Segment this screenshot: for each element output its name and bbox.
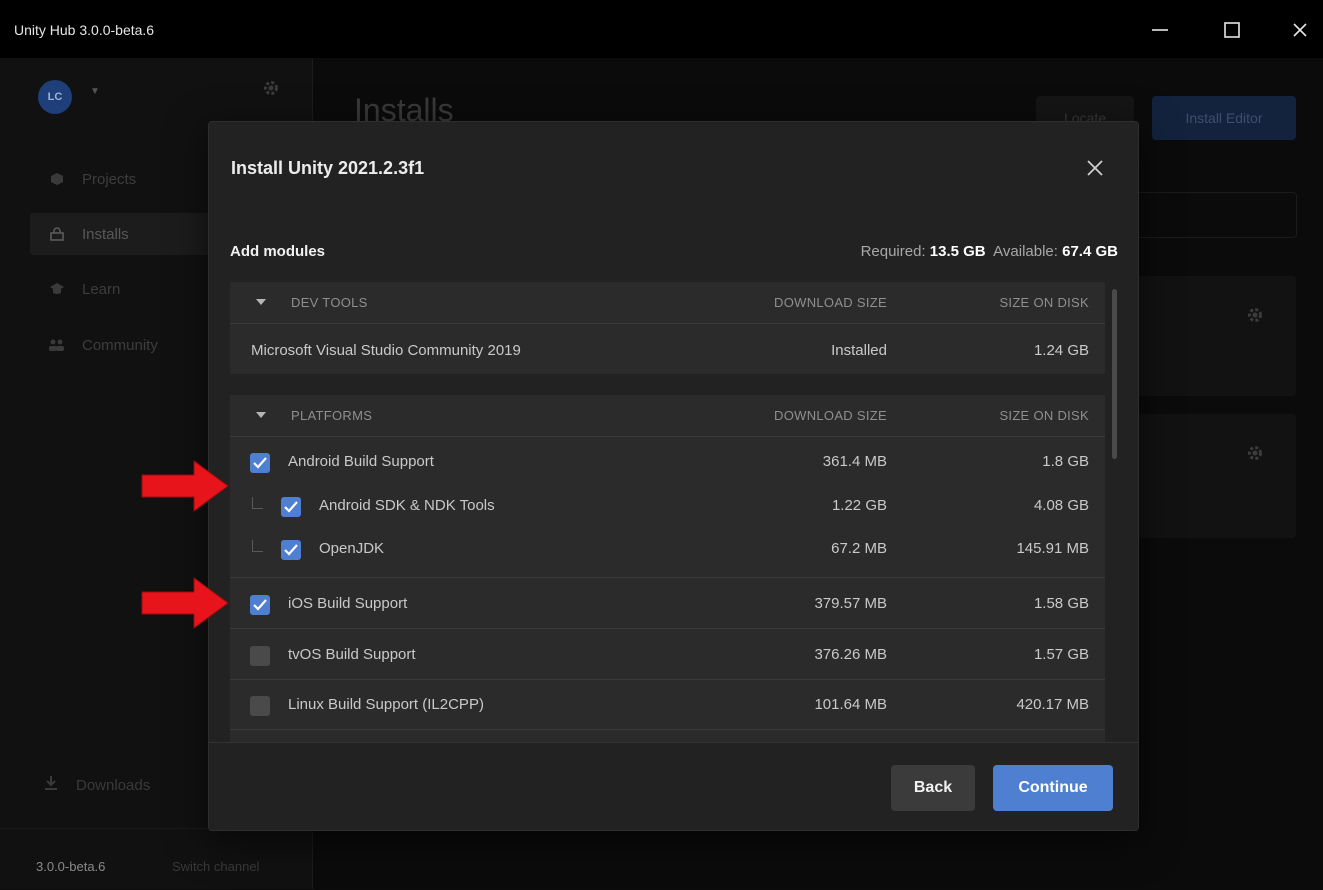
title-bar: Unity Hub 3.0.0-beta.6 (0, 0, 1323, 58)
install-modal: Install Unity 2021.2.3f1 Add modules Req… (208, 121, 1139, 831)
minimize-icon (1152, 29, 1168, 31)
disk-size: 1.57 GB (1033, 646, 1089, 663)
cube-icon (48, 170, 66, 188)
gear-icon (264, 81, 278, 95)
tvos-build-support-checkbox[interactable] (250, 646, 270, 666)
download-size: 361.4 MB (822, 453, 887, 470)
checkmark-icon (284, 501, 298, 513)
sidebar-item-label: Community (82, 336, 158, 354)
version-label: 3.0.0-beta.6 (36, 859, 106, 874)
android-sdk-ndk-checkbox[interactable] (281, 497, 301, 517)
openjdk-checkbox[interactable] (281, 540, 301, 560)
sidebar-item-label: Learn (82, 280, 121, 298)
download-size: 67.2 MB (831, 540, 887, 557)
module-name: tvOS Build Support (288, 646, 416, 663)
maximize-icon (1224, 22, 1240, 38)
modal-footer: Back Continue (209, 742, 1138, 830)
module-name: Microsoft Visual Studio Community 2019 (251, 342, 521, 359)
column-header-disk: SIZE ON DISK (999, 295, 1089, 310)
sidebar-item-label: Installs (82, 225, 129, 243)
download-size: 1.22 GB (831, 497, 887, 514)
disk-size: 1.24 GB (1033, 342, 1089, 359)
gear-icon[interactable] (1246, 306, 1264, 329)
download-size: 379.57 MB (814, 595, 887, 612)
row-divider (230, 729, 1105, 730)
space-summary: Required: 13.5 GB Available: 67.4 GB (861, 243, 1118, 260)
download-size: 101.64 MB (814, 696, 887, 713)
disk-size: 1.8 GB (1042, 453, 1089, 470)
switch-channel-link[interactable]: Switch channel (172, 859, 259, 874)
module-name: Android Build Support (288, 453, 434, 470)
modal-close-button[interactable] (1081, 154, 1109, 182)
scrollbar[interactable] (1112, 289, 1117, 459)
module-name: OpenJDK (319, 540, 385, 557)
install-card[interactable] (1138, 276, 1296, 396)
close-icon (1087, 160, 1103, 176)
android-build-support-checkbox[interactable] (250, 453, 270, 473)
section-title: PLATFORMS (291, 408, 373, 423)
download-icon (44, 775, 58, 795)
section-header[interactable]: DEV TOOLS DOWNLOAD SIZE SIZE ON DISK (230, 282, 1105, 324)
install-editor-button[interactable]: Install Editor (1152, 96, 1296, 140)
caret-down-icon (256, 299, 266, 305)
disk-size: 1.58 GB (1033, 595, 1089, 612)
modal-title: Install Unity 2021.2.3f1 (231, 158, 425, 178)
module-name: Linux Build Support (IL2CPP) (288, 696, 484, 713)
continue-button[interactable]: Continue (993, 765, 1113, 811)
required-value: 13.5 GB (929, 243, 986, 260)
close-icon (1293, 23, 1307, 37)
module-name: iOS Build Support (288, 595, 408, 612)
column-header-download: DOWNLOAD SIZE (774, 295, 887, 310)
row-divider (230, 577, 1105, 578)
maximize-button[interactable] (1212, 14, 1252, 46)
row-divider (230, 679, 1105, 680)
add-modules-heading: Add modules (230, 243, 326, 260)
back-button[interactable]: Back (891, 765, 975, 811)
disk-size: 4.08 GB (1033, 497, 1089, 514)
download-size: Installed (831, 342, 887, 359)
modules-list[interactable]: DEV TOOLS DOWNLOAD SIZE SIZE ON DISK Mic… (230, 282, 1105, 742)
checkmark-icon (253, 457, 267, 469)
caret-down-icon (256, 412, 266, 418)
download-size: 376.26 MB (814, 646, 887, 663)
annotation-arrow-icon (141, 460, 229, 512)
people-icon (48, 336, 66, 354)
dev-tools-section: DEV TOOLS DOWNLOAD SIZE SIZE ON DISK Mic… (230, 282, 1105, 374)
install-card[interactable] (1138, 414, 1296, 538)
disk-size: 145.91 MB (1016, 540, 1089, 557)
checkmark-icon (253, 599, 267, 611)
close-window-button[interactable] (1280, 14, 1320, 46)
linux-build-support-checkbox[interactable] (250, 696, 270, 716)
module-name: Android SDK & NDK Tools (319, 497, 495, 514)
search-input[interactable] (1130, 192, 1297, 238)
sidebar-footer: 3.0.0-beta.6 Switch channel (0, 828, 312, 890)
column-header-download: DOWNLOAD SIZE (774, 408, 887, 423)
available-value: 67.4 GB (1062, 243, 1118, 260)
downloads-button[interactable]: Downloads (30, 775, 150, 795)
required-label: Required: (860, 243, 926, 260)
minimize-button[interactable] (1140, 14, 1180, 46)
downloads-label: Downloads (76, 776, 151, 794)
column-header-disk: SIZE ON DISK (999, 408, 1089, 423)
sidebar-item-label: Projects (82, 170, 137, 188)
section-title: DEV TOOLS (291, 295, 368, 310)
tree-connector (252, 540, 263, 552)
disk-size: 420.17 MB (1016, 696, 1089, 713)
checkmark-icon (284, 544, 298, 556)
annotation-arrow-icon (141, 577, 229, 629)
row-divider (230, 628, 1105, 629)
avatar[interactable]: LC (38, 80, 72, 114)
section-header[interactable]: PLATFORMS DOWNLOAD SIZE SIZE ON DISK (230, 395, 1105, 437)
platforms-section: PLATFORMS DOWNLOAD SIZE SIZE ON DISK And… (230, 395, 1105, 742)
available-label: Available: (993, 243, 1058, 260)
tree-connector (252, 497, 263, 509)
lock-icon (48, 225, 66, 243)
chevron-down-icon[interactable]: ▼ (90, 86, 100, 97)
graduation-cap-icon (48, 280, 66, 298)
window-title: Unity Hub 3.0.0-beta.6 (14, 22, 155, 38)
gear-icon[interactable] (1246, 444, 1264, 467)
preferences-gear-button[interactable] (262, 79, 280, 102)
ios-build-support-checkbox[interactable] (250, 595, 270, 615)
